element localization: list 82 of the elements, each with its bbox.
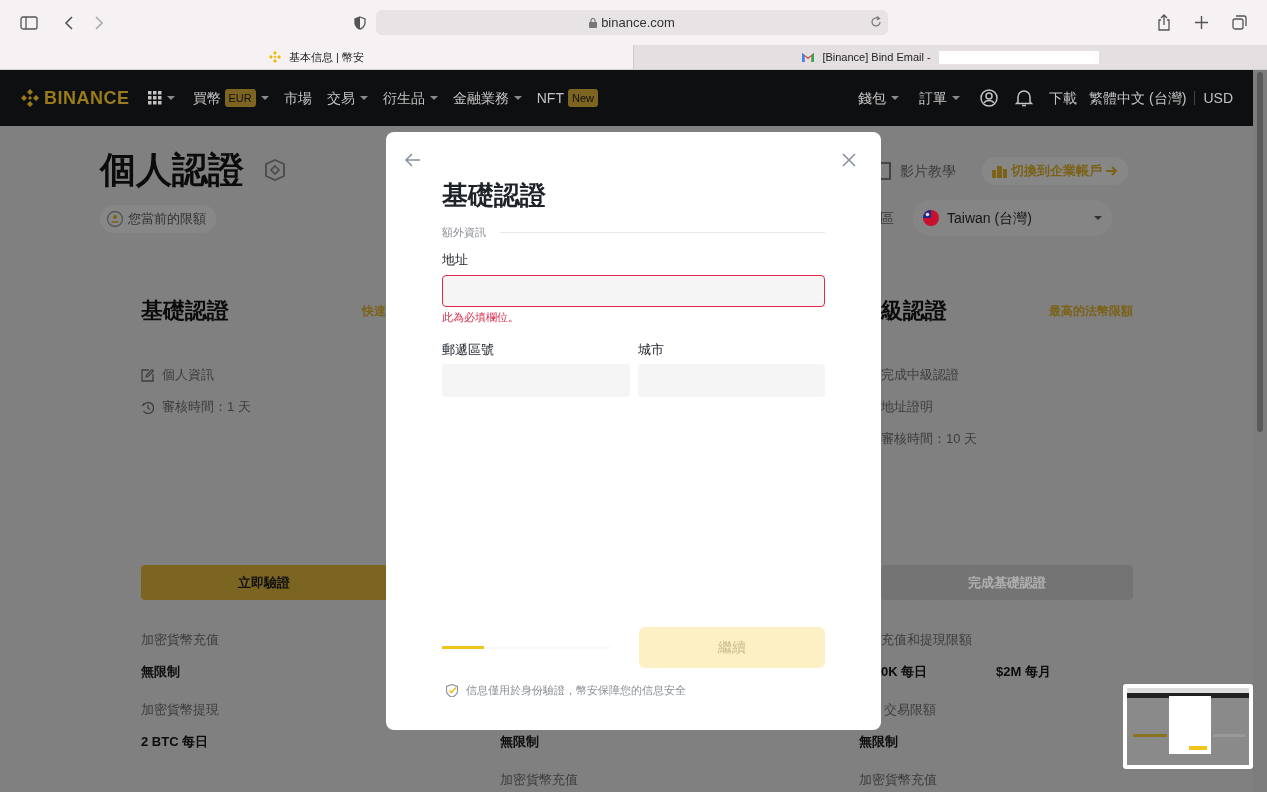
shield-check-icon [446,683,458,697]
nav-link[interactable]: 錢包 [858,87,900,109]
address-field[interactable] [442,275,825,307]
page-title: 個人認證 [100,148,244,192]
nav-link[interactable]: 買幣 EUR [192,87,269,109]
nav-link[interactable]: 金融業務 [452,87,522,109]
user-icon [106,210,124,228]
requirement-text: 個人資訊 [162,366,214,385]
requirement-text: 審核時間：1 天 [162,398,251,417]
region-label: 區 [880,208,894,228]
new-tab-icon[interactable] [1195,16,1208,29]
region-text: Taiwan (台灣) [947,208,1032,228]
limit-label: 加密貨幣充值 [141,632,219,647]
currency-badge: EUR [224,88,256,108]
browser-tab[interactable]: 基本信息 | 幣安 [0,45,633,69]
browser-tab[interactable]: [Binance] Bind Email - [633,45,1267,69]
field-label: 地址 [442,252,469,268]
arrow-right-icon [1106,165,1118,177]
limit-label: 加密貨幣充值 [500,772,578,787]
requirement-text: 地址證明 [881,398,933,417]
scrollbar-thumb[interactable] [1257,72,1263,432]
screenshot-thumbnail-drawing[interactable] [1123,684,1253,769]
limit-value: 無限制 [500,733,539,751]
back-icon[interactable] [64,15,74,30]
building-icon [992,164,1007,178]
nav-link[interactable]: NFT New [536,87,598,109]
edit-icon [141,368,154,382]
requirement-text: 審核時間：10 天 [881,430,978,449]
region-select[interactable]: Taiwan (台灣) [913,200,1112,236]
limit-label: 加密貨幣提現 [141,702,219,717]
currency-link[interactable]: USD [1203,87,1233,109]
mail-icon [802,51,815,63]
requirement-text: 完成中級認證 [881,366,959,385]
new-badge: New [567,88,598,108]
sidebar-icon[interactable] [20,15,38,30]
history-icon [141,400,154,414]
tabs-overview-icon[interactable] [1232,15,1247,30]
dialog-title: 基礎認證 [442,179,547,212]
nav-link[interactable]: 交易 [326,87,368,109]
apps-menu-button[interactable] [147,91,175,105]
error-message: 此為必填欄位。 [442,310,520,324]
card-tag: 快速 [362,296,386,326]
card-title: 級認證 [881,297,947,325]
shield-icon[interactable] [354,15,366,30]
limit-value: 0K 每日 [881,663,928,681]
grid-icon [147,91,162,105]
field-label: 郵遞區號 [442,342,495,358]
caret-icon [1094,216,1102,220]
bell-icon[interactable] [1015,89,1034,107]
limit-value: 無限制 [859,733,898,751]
card-title: 基礎認證 [141,297,229,325]
nav-link[interactable]: 下載 [1049,87,1078,109]
limit-label: 充值和提現限額 [881,632,972,647]
field-label: 城市 [637,342,665,358]
url-text: binance.com [601,13,675,32]
limit-value: $2M 每月 [996,663,1051,681]
user-icon[interactable] [980,89,999,107]
limit-label: 交易限額 [884,702,936,717]
nav-link[interactable]: 訂單 [919,87,961,109]
limits-button[interactable]: 您當前的限額 [100,205,216,233]
back-arrow-icon[interactable] [405,153,421,167]
close-icon[interactable] [842,153,856,167]
privacy-notice: 信息僅用於身份驗證，幣安保障您的信息安全 [466,682,686,698]
address-bar[interactable]: binance.com [376,10,888,35]
shield-icon [265,159,285,181]
logo[interactable]: BINANCE [20,84,130,112]
limit-value: 無限制 [141,663,180,681]
diamond-logo-icon [269,51,281,63]
lock-icon [589,17,598,28]
flag-icon [923,210,939,226]
caret-icon [166,96,175,100]
nav-link[interactable]: 市場 [283,87,312,109]
nav-link[interactable]: 衍生品 [382,87,438,109]
card-tag: 最高的法幣限額 [1049,296,1133,326]
section-label: 額外資訊 [442,224,486,240]
share-icon[interactable] [1157,14,1171,31]
logo-text: BINANCE [44,86,130,110]
language-link[interactable]: 繁體中文 (台灣) [1089,87,1187,109]
limit-label: 加密貨幣充值 [859,772,937,787]
reload-icon[interactable] [870,16,882,28]
diamond-logo-icon [20,89,40,107]
limit-value: 2 BTC 每日 [141,733,209,751]
